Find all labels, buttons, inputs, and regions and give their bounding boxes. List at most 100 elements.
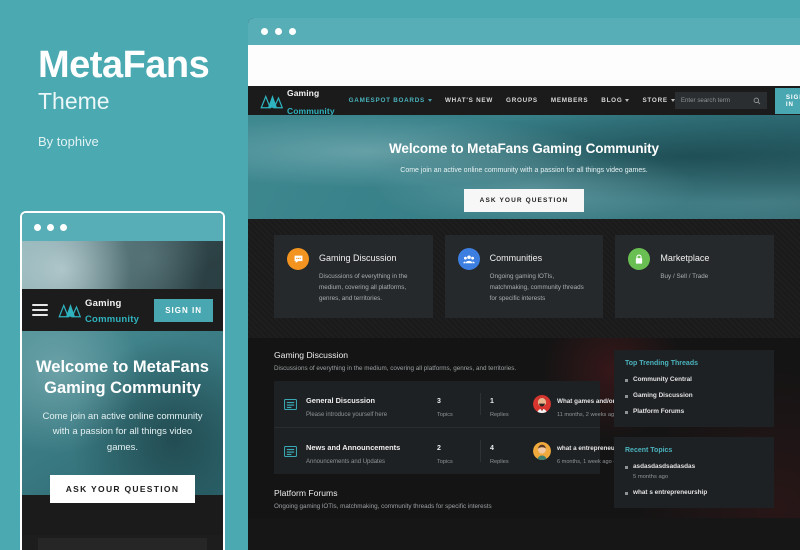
replies-stat: 4 Replies [490, 437, 524, 465]
topics-label: Topics [437, 459, 453, 466]
mobile-navbar: Gaming Community SIGN IN [22, 289, 223, 331]
nav-right-group: Enter search term SIGN IN [674, 87, 800, 114]
section-desc: Ongoing gaming lOTls, matchmaking, commu… [274, 503, 492, 511]
mobile-cta-button[interactable]: ASK YOUR QUESTION [49, 474, 196, 503]
platform-forums-section: Platform Forums Ongoing gaming lOTls, ma… [274, 488, 600, 510]
nav-item-label: BLOG [601, 97, 623, 104]
feature-card-title: Marketplace [660, 253, 710, 263]
avatar [533, 395, 551, 414]
site-logo[interactable]: Gaming Community [57, 294, 139, 327]
browser-titlebar [248, 18, 800, 45]
chat-bubble-icon [287, 248, 309, 270]
section-desc: Discussions of everything in the medium,… [274, 365, 517, 373]
window-dot-icon [60, 223, 67, 231]
topic-label: asdasdasdsadasdas [633, 463, 696, 471]
replies-stat: 1 Replies [490, 390, 524, 418]
list-item[interactable]: Community Central [625, 376, 763, 383]
topics-stat: 3 Topics [437, 390, 471, 418]
divider [480, 440, 481, 463]
table-row[interactable]: News and Announcements Announcements and… [274, 428, 638, 474]
replies-count: 4 [490, 445, 494, 453]
topics-label: Topics [437, 412, 453, 419]
hero-heading: Welcome to MetaFans Gaming Community [389, 141, 659, 156]
feature-card-desc: Buy / Sell / Trade [660, 273, 709, 280]
feature-card-desc: Ongoing gaming lOTls, matchmaking, commu… [489, 273, 584, 303]
replies-label: Replies [490, 459, 509, 466]
widget-title: Recent Topics [625, 447, 673, 455]
mobile-mockup: Gaming Community SIGN IN Welcome to Meta… [20, 211, 225, 550]
window-dot-icon [34, 223, 41, 231]
forum-body: Gaming Discussion Discussions of everyth… [248, 338, 800, 519]
nav-item-label: GAMESPOT BOARDS [348, 97, 425, 104]
hero-subheading: Come join an active online community wit… [400, 167, 648, 174]
nav-item-members[interactable]: MEMBERS [551, 97, 588, 104]
signin-button[interactable]: SIGN IN [774, 87, 800, 114]
feature-card-marketplace[interactable]: Marketplace Buy / Sell / Trade [615, 235, 775, 319]
forum-board-icon [284, 398, 297, 410]
mobile-titlebar [22, 213, 223, 241]
mobile-hero-subheading: Come join an active online community wit… [42, 411, 203, 453]
nav-item-store[interactable]: STORE [642, 97, 675, 104]
latest-thread-meta: 6 months, 1 week ago - Demo U [557, 459, 638, 465]
search-input[interactable]: Enter search term [674, 92, 767, 109]
forum-subtitle: Announcements and Updates [306, 459, 386, 466]
lock-bag-icon [628, 248, 651, 270]
topics-count: 3 [437, 398, 441, 406]
replies-label: Replies [490, 412, 509, 419]
forum-name: General Discussion [306, 396, 376, 406]
latest-thread-meta: 11 months, 2 weeks ago - Meta [557, 412, 635, 418]
feature-cards: Gaming Discussion Discussions of everyth… [248, 219, 800, 339]
list-item[interactable]: asdasdasdsadasdas 5 months ago [625, 463, 763, 480]
list-item[interactable]: Gaming Discussion [625, 392, 763, 399]
list-item[interactable]: what s entrepreneurship [625, 489, 763, 496]
nav-item-gamespot-boards[interactable]: GAMESPOT BOARDS [349, 97, 432, 104]
thread-time: 6 months, 1 week ago - [557, 459, 617, 466]
nav-item-groups[interactable]: GROUPS [506, 97, 538, 104]
mobile-hero-heading: Welcome to MetaFans Gaming Community [36, 358, 209, 397]
hamburger-menu-icon[interactable] [32, 304, 48, 316]
mobile-banner-image [22, 241, 223, 289]
table-row[interactable]: General Discussion Please introduce your… [274, 381, 646, 429]
nav-item-label: MEMBERS [550, 97, 589, 104]
search-icon[interactable] [753, 97, 761, 105]
logo-line1: Gaming [85, 297, 122, 309]
section-title: Gaming Discussion [274, 350, 349, 361]
chevron-down-icon [670, 99, 675, 102]
promo-panel: MetaFans Theme By tophive [38, 46, 248, 149]
nav-item-blog[interactable]: BLOG [601, 97, 630, 104]
nav-item-whats-new[interactable]: WHAT'S NEW [445, 97, 493, 104]
browser-mockup: Gaming Community GAMESPOT BOARDS WHAT'S … [248, 18, 800, 550]
divider [480, 393, 481, 416]
nav-items: GAMESPOT BOARDS WHAT'S NEW GROUPS MEMBER… [349, 97, 675, 104]
list-item[interactable]: Platform Forums [625, 408, 763, 415]
feature-card-communities[interactable]: Communities Ongoing gaming lOTls, matchm… [444, 235, 604, 319]
window-dot-icon [289, 28, 296, 35]
section-title: Platform Forums [274, 488, 338, 499]
nav-item-label: STORE [642, 97, 668, 104]
nav-item-label: WHAT'S NEW [444, 97, 494, 104]
topics-count: 2 [437, 445, 441, 453]
mobile-signin-button[interactable]: SIGN IN [154, 298, 213, 322]
mountain-logo-icon [260, 94, 283, 108]
promo-title: MetaFans [38, 44, 210, 86]
forum-table: General Discussion Please introduce your… [274, 381, 646, 475]
forum-main-column: Gaming Discussion Discussions of everyth… [274, 350, 646, 518]
forum-sidebar: Top Trending Threads Community Central G… [614, 350, 774, 518]
window-dot-icon [275, 28, 282, 35]
topic-label: what s entrepreneurship [633, 489, 708, 497]
chevron-down-icon [625, 99, 630, 102]
browser-blank-strip [248, 45, 800, 86]
promo-byline: By tophive [38, 134, 99, 149]
logo-line2: Community [287, 105, 335, 116]
logo-line1: Gaming [287, 87, 320, 98]
feature-card-gaming-discussion[interactable]: Gaming Discussion Discussions of everyth… [274, 235, 433, 319]
ask-your-question-button[interactable]: ASK YOUR QUESTION [463, 189, 585, 212]
mountain-logo-icon [58, 303, 81, 318]
widget-recent-topics: Recent Topics asdasdasdsadasdas 5 months… [614, 437, 774, 509]
forum-subtitle: Please introduce yourself here [306, 412, 388, 419]
promo-subtitle: Theme [38, 88, 110, 114]
site-logo[interactable]: Gaming Community [259, 83, 335, 119]
chevron-down-icon [427, 99, 432, 102]
topic-time: 5 months ago [633, 474, 669, 481]
window-dot-icon [261, 28, 268, 35]
